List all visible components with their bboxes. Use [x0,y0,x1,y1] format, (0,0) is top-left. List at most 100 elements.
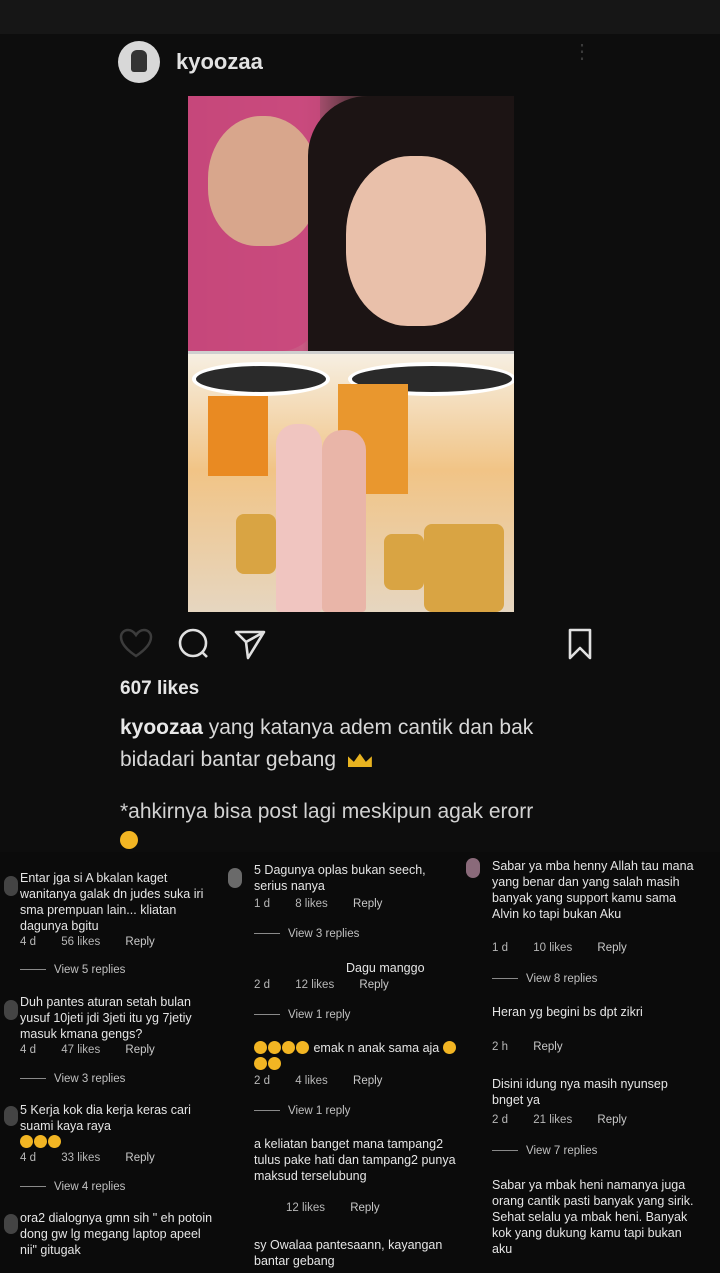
comment-age: 1 d [492,942,508,954]
comment-likes[interactable]: 56 likes [61,936,100,948]
comment: Sabar ya mba henny Allah tau mana yang b… [492,858,694,922]
post-header: kyoozaa [118,41,263,83]
comment-likes[interactable]: 12 likes [295,979,334,991]
comment: sy Owalaa pantesaann, kayangan bantar ge… [254,1237,460,1269]
comment-meta: 2 d 12 likes Reply [254,979,411,991]
view-replies-button[interactable]: View 8 replies [492,973,597,985]
comment-text: Dagu manggo [346,961,425,975]
avatar[interactable] [4,1106,18,1126]
comments-collage: Entar jga si A bkalan kaget wanitanya ga… [0,852,720,1273]
comment-text: a keliatan banget mana tampang2 tulus pa… [254,1137,456,1183]
sad-emoji-icon [120,831,138,850]
comment-icon[interactable] [176,626,212,662]
photo-person [276,424,322,612]
comment-likes[interactable]: 8 likes [295,898,328,910]
comment-likes[interactable]: 10 likes [533,942,572,954]
photo-wall [208,396,268,476]
comment-text: ora2 dialognya gmn sih " eh potoin dong … [20,1211,213,1257]
view-replies-button[interactable]: View 7 replies [492,1145,597,1157]
post-photo-top [188,96,514,351]
photo-face-right [346,156,486,326]
comment: Entar jga si A bkalan kaget wanitanya ga… [20,870,220,934]
comment-likes[interactable]: 12 likes [286,1202,325,1214]
view-replies-button[interactable]: View 3 replies [254,928,359,940]
comment-meta: 2 d 4 likes Reply [254,1075,404,1087]
comment-meta: 2 h Reply [492,1041,585,1053]
view-replies-button[interactable]: View 5 replies [20,964,125,976]
photo-chair [384,534,424,590]
reply-button[interactable]: Reply [125,936,154,948]
reply-button[interactable]: Reply [359,979,388,991]
comment-likes[interactable]: 47 likes [61,1044,100,1056]
comments-column: Entar jga si A bkalan kaget wanitanya ga… [0,852,230,1273]
comment-likes[interactable]: 4 likes [295,1075,328,1087]
comment-likes[interactable]: 33 likes [61,1152,100,1164]
post-caption: kyoozaa yang katanya adem cantik dan bak… [120,712,600,776]
post-username[interactable]: kyoozaa [176,49,263,75]
caption-username[interactable]: kyoozaa [120,716,203,739]
comment: emak n anak sama aja [254,1040,460,1072]
view-replies-button[interactable]: View 4 replies [20,1181,125,1193]
comment-age: 4 d [20,936,36,948]
instagram-post: kyoozaa ⋮ 607 likes kyoozaa yang katanya… [0,34,720,852]
share-icon[interactable] [232,626,268,662]
post-actions [118,626,598,660]
reply-button[interactable]: Reply [597,1114,626,1126]
comment: Dagu manggo [346,960,460,976]
view-replies-button[interactable]: View 3 replies [20,1073,125,1085]
avatar[interactable] [466,858,480,878]
reply-button[interactable]: Reply [125,1152,154,1164]
comment: Disini idung nya masih nyunsep bnget ya [492,1076,694,1108]
comment-text: sy Owalaa pantesaann, kayangan bantar ge… [254,1238,443,1268]
comment-age: 4 d [20,1044,36,1056]
like-count[interactable]: 607 likes [120,678,199,700]
comment: 5 Kerja kok dia kerja keras cari suami k… [20,1102,220,1150]
view-replies-button[interactable]: View 1 reply [254,1009,350,1021]
photo-face-left [208,116,318,246]
reply-button[interactable]: Reply [353,1075,382,1087]
more-options-icon[interactable]: ⋮ [572,42,592,62]
comments-column: 5 Dagunya oplas bukan seech, serius nany… [228,852,464,1273]
comment-age: 1 d [254,898,270,910]
comment-meta: 4 d 56 likes Reply [20,936,177,948]
avatar[interactable] [4,876,18,896]
comment-text: Duh pantes aturan setah bulan yusuf 10je… [20,995,192,1041]
comment-text: Sabar ya mbak heni namanya juga orang ca… [492,1178,694,1256]
comment-meta: 1 d 8 likes Reply [254,898,404,910]
comment-meta: 4 d 47 likes Reply [20,1044,177,1056]
comments-column: Sabar ya mba henny Allah tau mana yang b… [466,852,698,1273]
photo-lamp [192,362,330,396]
comment-text: Sabar ya mba henny Allah tau mana yang b… [492,859,694,921]
reply-button[interactable]: Reply [125,1044,154,1056]
comment-age: 2 d [492,1114,508,1126]
post-photo-bottom [188,354,514,612]
view-replies-button[interactable]: View 1 reply [254,1105,350,1117]
heart-icon[interactable] [118,626,154,662]
comment-age: 2 d [254,1075,270,1087]
comment: 5 Dagunya oplas bukan seech, serius nany… [254,862,460,894]
comment: Heran yg begini bs dpt zikri [492,1004,694,1020]
comment: a keliatan banget mana tampang2 tulus pa… [254,1136,460,1184]
reply-button[interactable]: Reply [597,942,626,954]
caption-note: *ahkirnya bisa post lagi meskipun agak e… [120,800,600,852]
caption-note-text: *ahkirnya bisa post lagi meskipun agak e… [120,800,534,823]
reply-button[interactable]: Reply [353,898,382,910]
reply-button[interactable]: Reply [350,1202,379,1214]
comment-text: 5 Kerja kok dia kerja keras cari suami k… [20,1103,191,1133]
comment-text: Entar jga si A bkalan kaget wanitanya ga… [20,871,204,933]
avatar[interactable] [118,41,160,83]
comment-age: 2 h [492,1041,508,1053]
comment-text: Disini idung nya masih nyunsep bnget ya [492,1077,668,1107]
avatar[interactable] [4,1000,18,1020]
photo-chair [236,514,276,574]
bookmark-icon[interactable] [562,626,598,662]
comment: ora2 dialognya gmn sih " eh potoin dong … [20,1210,220,1258]
reply-button[interactable]: Reply [533,1041,562,1053]
avatar[interactable] [4,1214,18,1234]
avatar[interactable] [228,868,242,888]
comment-text: Heran yg begini bs dpt zikri [492,1005,643,1019]
comment-age: 4 d [20,1152,36,1164]
comment: Sabar ya mbak heni namanya juga orang ca… [492,1177,694,1257]
comment-likes[interactable]: 21 likes [533,1114,572,1126]
comment-age: 2 d [254,979,270,991]
